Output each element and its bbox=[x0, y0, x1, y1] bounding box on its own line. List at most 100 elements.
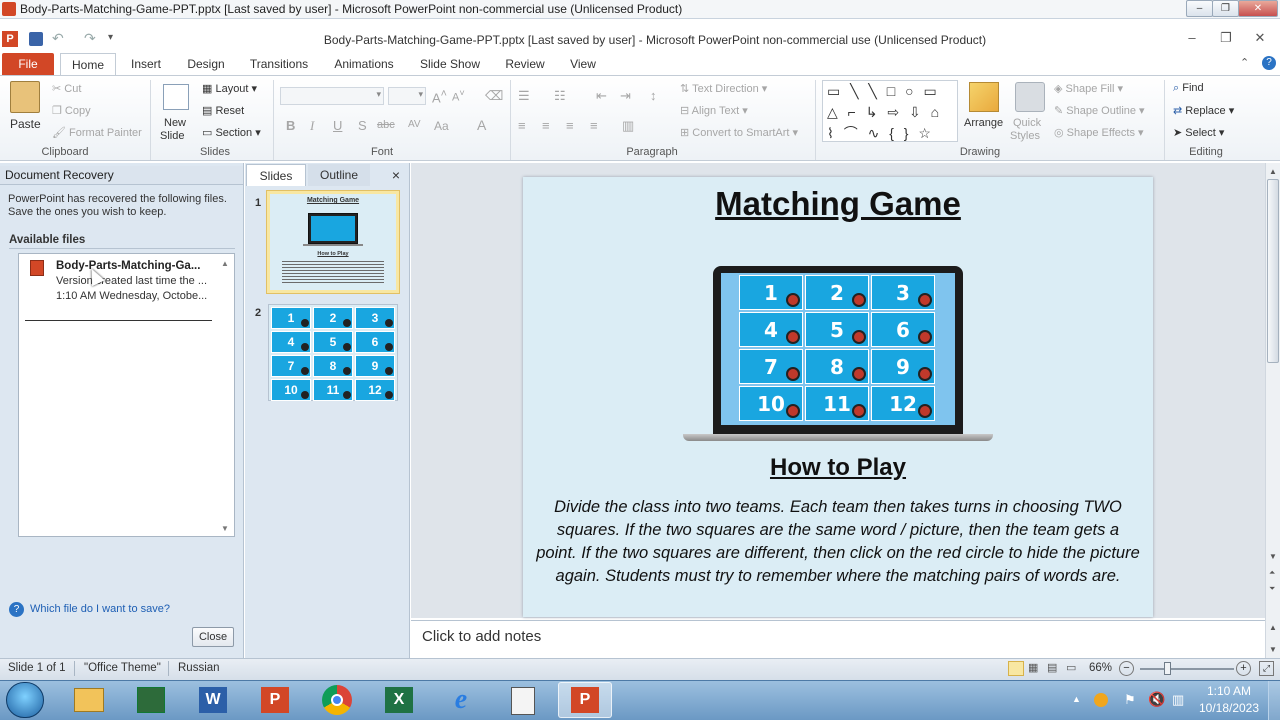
close-recovery-button[interactable]: Close bbox=[192, 627, 234, 647]
grid-cell[interactable]: 8 bbox=[805, 349, 869, 384]
italic-button[interactable]: I bbox=[310, 118, 314, 134]
select-button[interactable]: ➤ Select ▾ bbox=[1173, 126, 1224, 139]
red-circle-icon[interactable] bbox=[918, 330, 932, 344]
notepad-taskbar-icon[interactable] bbox=[496, 682, 550, 718]
clock-time[interactable]: 1:10 AM bbox=[1200, 684, 1258, 698]
inner-close-button[interactable]: ✕ bbox=[1245, 30, 1275, 46]
zoom-out-icon[interactable]: − bbox=[1119, 661, 1134, 676]
new-slide-label-2[interactable]: Slide bbox=[160, 130, 184, 142]
action-center-icon[interactable]: ⚑ bbox=[1124, 692, 1136, 708]
new-slide-icon[interactable] bbox=[163, 84, 189, 110]
grid-cell[interactable]: 10 bbox=[739, 386, 803, 421]
grid-cell[interactable]: 7 bbox=[739, 349, 803, 384]
scroll-down-icon[interactable]: ▼ bbox=[1269, 552, 1277, 561]
show-desktop-button[interactable] bbox=[1268, 681, 1280, 720]
powerpoint-active-taskbar-icon[interactable]: P bbox=[558, 682, 612, 718]
slide-canvas[interactable]: Matching Game 1 2 3 4 5 6 7 8 9 10 11 12 How to Pla… bbox=[523, 177, 1153, 617]
show-hidden-icons[interactable]: ▲ bbox=[1072, 694, 1081, 704]
slides-pane-close-icon[interactable]: × bbox=[386, 164, 406, 186]
clear-formatting-icon[interactable]: ⌫ bbox=[485, 88, 503, 104]
columns-icon[interactable]: ▥ bbox=[622, 118, 634, 134]
quick-styles-button-2[interactable]: Styles bbox=[1010, 130, 1040, 142]
minimize-ribbon-icon[interactable]: ⌃ bbox=[1240, 56, 1249, 69]
copy-button[interactable]: ❐ Copy bbox=[52, 104, 91, 117]
shapes-gallery[interactable]: ▭ ╲ ╲ □ ○ ▭ △ ⌐ ↳ ⇨ ⇩ ⌂ ⌇ ⌒ ∿ { } ☆ bbox=[822, 80, 958, 142]
red-circle-icon[interactable] bbox=[852, 367, 866, 381]
paste-icon[interactable] bbox=[10, 81, 40, 113]
instructions-text[interactable]: Divide the class into two teams. Each te… bbox=[535, 496, 1141, 588]
tab-review[interactable]: Review bbox=[500, 53, 550, 75]
red-circle-icon[interactable] bbox=[918, 404, 932, 418]
slide-thumbnail-1[interactable]: Matching Game How to Play bbox=[266, 190, 400, 294]
tab-design[interactable]: Design bbox=[182, 53, 230, 75]
slide-title[interactable]: Matching Game bbox=[523, 185, 1153, 223]
font-color-button[interactable]: A bbox=[477, 117, 486, 133]
outer-maximize-button[interactable]: ❐ bbox=[1212, 0, 1239, 17]
grid-cell[interactable]: 5 bbox=[805, 312, 869, 347]
align-right-icon[interactable]: ≡ bbox=[566, 118, 574, 133]
terminal-taskbar-icon[interactable] bbox=[124, 682, 178, 718]
notes-scroll-up-icon[interactable]: ▲ bbox=[1269, 623, 1277, 632]
tray-app-icon[interactable] bbox=[1094, 693, 1108, 707]
tab-view[interactable]: View bbox=[564, 53, 602, 75]
grow-font-icon[interactable]: A˄ bbox=[432, 88, 447, 105]
align-text-button[interactable]: ⊟ Align Text ▾ bbox=[680, 104, 748, 117]
grid-cell[interactable]: 11 bbox=[805, 386, 869, 421]
zoom-level[interactable]: 66% bbox=[1089, 662, 1112, 674]
shadow-button[interactable]: S bbox=[358, 118, 367, 133]
quick-styles-icon[interactable] bbox=[1015, 82, 1045, 112]
grid-cell[interactable]: 6 bbox=[871, 312, 935, 347]
numbering-icon[interactable]: ☷ bbox=[554, 88, 566, 104]
help-icon[interactable]: ? bbox=[1262, 56, 1276, 70]
vertical-scrollbar[interactable]: ▲ ▼ ⏶ ⏷ ▲ ▼ bbox=[1265, 163, 1280, 658]
bullets-icon[interactable]: ☰ bbox=[518, 88, 530, 104]
shape-outline-button[interactable]: ✎ Shape Outline ▾ bbox=[1054, 104, 1145, 117]
arrange-button[interactable]: Arrange bbox=[964, 117, 1003, 129]
grid-cell[interactable]: 4 bbox=[739, 312, 803, 347]
network-icon[interactable]: ▥ bbox=[1172, 692, 1184, 708]
grid-cell[interactable]: 3 bbox=[871, 275, 935, 310]
char-spacing-button[interactable]: AV bbox=[408, 119, 421, 130]
zoom-slider-track[interactable] bbox=[1140, 668, 1234, 670]
ie-taskbar-icon[interactable]: e bbox=[434, 682, 488, 718]
red-circle-icon[interactable] bbox=[852, 293, 866, 307]
change-case-button[interactable]: Aa bbox=[434, 119, 449, 133]
outer-close-button[interactable]: ✕ bbox=[1238, 0, 1278, 17]
replace-button[interactable]: ⇄ Replace ▾ bbox=[1173, 104, 1234, 117]
reset-button[interactable]: ▤ Reset bbox=[202, 104, 244, 117]
decrease-indent-icon[interactable]: ⇤ bbox=[596, 88, 607, 104]
grid-cell[interactable]: 2 bbox=[805, 275, 869, 310]
red-circle-icon[interactable] bbox=[852, 330, 866, 344]
red-circle-icon[interactable] bbox=[786, 404, 800, 418]
word-taskbar-icon[interactable]: W bbox=[186, 682, 240, 718]
layout-button[interactable]: ▦ Layout ▾ bbox=[202, 82, 257, 95]
language-indicator[interactable]: Russian bbox=[178, 662, 220, 674]
tab-home[interactable]: Home bbox=[60, 53, 116, 75]
notes-pane[interactable]: Click to add notes bbox=[411, 620, 1265, 658]
list-scroll-up-icon[interactable]: ▲ bbox=[221, 259, 229, 268]
previous-slide-icon[interactable]: ⏶ bbox=[1269, 568, 1275, 578]
excel-taskbar-icon[interactable]: X bbox=[372, 682, 426, 718]
convert-smartart-button[interactable]: ⊞ Convert to SmartArt ▾ bbox=[680, 126, 798, 139]
shrink-font-icon[interactable]: A˅ bbox=[452, 88, 465, 104]
red-circle-icon[interactable] bbox=[852, 404, 866, 418]
theme-name[interactable]: "Office Theme" bbox=[84, 662, 161, 674]
red-circle-icon[interactable] bbox=[918, 293, 932, 307]
arrange-icon[interactable] bbox=[969, 82, 999, 112]
scroll-thumb[interactable] bbox=[1267, 179, 1279, 363]
tab-file[interactable]: File bbox=[2, 53, 54, 75]
next-slide-icon[interactable]: ⏷ bbox=[1269, 584, 1275, 594]
slide-show-view-icon[interactable]: ▭ bbox=[1066, 661, 1076, 674]
tab-outline[interactable]: Outline bbox=[308, 164, 370, 186]
bold-button[interactable]: B bbox=[286, 118, 295, 133]
slide-sorter-icon[interactable]: ▦ bbox=[1028, 661, 1038, 674]
tab-slide-show[interactable]: Slide Show bbox=[416, 53, 484, 75]
normal-view-icon[interactable] bbox=[1008, 661, 1024, 676]
chrome-taskbar-icon[interactable] bbox=[310, 682, 364, 718]
line-spacing-icon[interactable]: ↕ bbox=[650, 88, 657, 103]
list-scroll-down-icon[interactable]: ▼ bbox=[221, 524, 229, 533]
red-circle-icon[interactable] bbox=[786, 367, 800, 381]
grid-cell[interactable]: 9 bbox=[871, 349, 935, 384]
tab-animations[interactable]: Animations bbox=[330, 53, 398, 75]
inner-minimize-button[interactable]: – bbox=[1177, 30, 1207, 45]
